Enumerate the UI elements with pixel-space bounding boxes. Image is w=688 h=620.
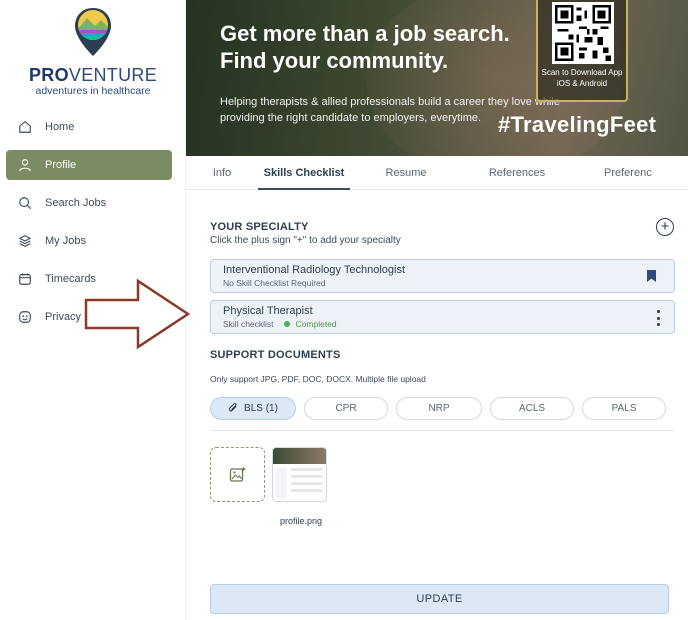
specialty-card[interactable]: Physical Therapist Skill checklist Compl… [210, 300, 675, 334]
status-dot-icon [283, 321, 290, 327]
documents-subtitle: Only support JPG, PDF, DOC, DOCX. Multip… [210, 374, 426, 384]
chip-label: PALS [611, 403, 637, 414]
specialty-meta-text: No Skill Checklist Required [223, 278, 326, 288]
chip-label: ACLS [518, 403, 546, 414]
brand-name-rest: VENTURE [68, 65, 158, 85]
upload-file-button[interactable] [210, 447, 265, 502]
chip-label: NRP [428, 403, 450, 414]
tab-skills-checklist[interactable]: Skills Checklist [258, 156, 350, 190]
brand-tagline: adventures in healthcare [35, 85, 151, 97]
brand-name: PROVENTURE [28, 65, 158, 85]
chip-bls[interactable]: BLS (1) [210, 397, 296, 420]
specialty-meta-text: Skill checklist [223, 319, 274, 329]
sidebar-item-profile[interactable]: Profile [6, 150, 172, 180]
thumbnail-preview-banner [273, 448, 326, 464]
app-root: PROVENTURE adventures in healthcare Home… [0, 0, 688, 620]
hero-banner: Get more than a job search. Find your co… [186, 0, 688, 156]
thumbnail-preview-row [291, 475, 322, 478]
tab-info[interactable]: Info [186, 156, 258, 190]
specialty-card[interactable]: Interventional Radiology Technologist No… [210, 259, 675, 293]
hero-headline: Get more than a job search. Find your co… [220, 21, 510, 73]
paperclip-icon [228, 403, 237, 412]
sidebar-item-label: Profile [45, 159, 77, 171]
sidebar-item-home[interactable]: Home [6, 112, 172, 142]
add-specialty-button[interactable]: + [656, 218, 674, 236]
chip-label: BLS (1) [244, 403, 278, 414]
documents-title: SUPPORT DOCUMENTS [210, 349, 341, 361]
specialty-name: Physical Therapist [223, 305, 313, 317]
tab-references[interactable]: References [462, 156, 572, 190]
specialty-meta: Skill checklist Completed [223, 319, 337, 329]
tab-resume[interactable]: Resume [350, 156, 462, 190]
chip-label: CPR [335, 403, 357, 414]
thumbnail-preview-row [291, 489, 322, 492]
specialty-meta: No Skill Checklist Required [223, 278, 326, 288]
document-type-chips: BLS (1) CPR NRP ACLS PALS [210, 397, 674, 420]
logo-pin-icon [75, 8, 111, 56]
bookmark-icon[interactable] [647, 270, 656, 282]
chip-nrp[interactable]: NRP [396, 397, 482, 420]
thumbnail-preview-row [291, 468, 322, 471]
search-icon [19, 197, 32, 210]
qr-code-icon [552, 2, 614, 64]
chip-acls[interactable]: ACLS [490, 397, 574, 420]
thumbnail-preview-row [291, 482, 322, 485]
specialty-title: YOUR SPECIALTY [210, 221, 309, 233]
hero-hashtag: #TravelingFeet [498, 112, 657, 137]
add-image-icon [229, 466, 245, 482]
update-button[interactable]: UPDATE [210, 584, 669, 614]
sidebar-item-my-jobs[interactable]: My Jobs [6, 226, 172, 256]
qr-caption: Scan to Download App iOS & Android [541, 68, 623, 88]
layers-icon [19, 235, 31, 247]
chip-pals[interactable]: PALS [582, 397, 666, 420]
thumbnail-preview-sidebar [276, 468, 287, 498]
sidebar-item-label: Home [45, 121, 75, 133]
sidebar-item-label: Search Jobs [45, 197, 107, 209]
profile-tabs: Info Skills Checklist Resume References … [186, 156, 688, 190]
brand-logo[interactable]: PROVENTURE adventures in healthcare [28, 6, 158, 97]
specialty-name: Interventional Radiology Technologist [223, 264, 406, 276]
user-icon [19, 159, 31, 172]
chips-divider [210, 430, 675, 431]
file-name: profile.png [279, 516, 323, 526]
status-badge: Completed [295, 319, 337, 329]
chip-cpr[interactable]: CPR [304, 397, 388, 420]
sidebar-item-search-jobs[interactable]: Search Jobs [6, 188, 172, 218]
file-thumbnail[interactable] [272, 447, 327, 502]
home-icon [19, 121, 31, 133]
more-options-icon[interactable] [656, 310, 660, 326]
sidebar-item-label: My Jobs [45, 235, 86, 247]
calendar-icon [19, 273, 31, 285]
annotation-arrow-icon [84, 278, 191, 350]
tab-preferences[interactable]: Preferenc [572, 156, 688, 190]
privacy-icon [19, 311, 31, 323]
qr-download-box[interactable]: Scan to Download App iOS & Android [536, 0, 628, 102]
brand-name-bold: PRO [28, 65, 69, 85]
specialty-subtitle: Click the plus sign "+" to add your spec… [210, 235, 401, 246]
